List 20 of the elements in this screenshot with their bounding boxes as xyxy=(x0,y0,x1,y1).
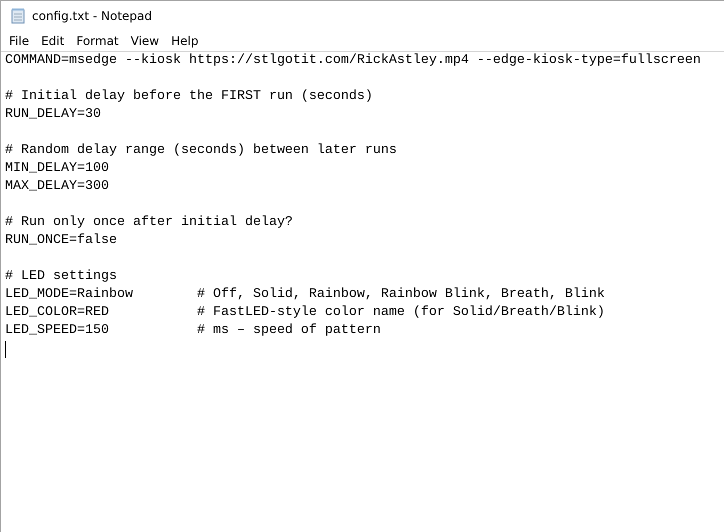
menu-item[interactable]: Edit xyxy=(35,34,70,48)
text-line: MAX_DELAY=300 xyxy=(5,178,109,196)
text-line: COMMAND=msedge --kiosk https://stlgotit.com/RickAstley.mp4 --edge-kiosk-type=fullscreen xyxy=(5,52,701,70)
text-line: # Initial delay before the FIRST run (seconds) xyxy=(5,88,373,106)
text-line: # Run only once after initial delay? xyxy=(5,214,293,232)
text-line: LED_COLOR=RED # FastLED-style color name (for Solid/Breath/Blink) xyxy=(5,304,605,322)
menu-item[interactable]: Help xyxy=(165,34,204,48)
menu-item[interactable]: Format xyxy=(70,34,125,48)
text-line: LED_SPEED=150 # ms – speed of pattern xyxy=(5,322,381,340)
text-line: RUN_DELAY=30 xyxy=(5,106,101,124)
text-line: LED_MODE=Rainbow # Off, Solid, Rainbow, Rainbow Blink, Breath, Blink xyxy=(5,286,605,304)
text-line: # LED settings xyxy=(5,268,117,286)
text-line: # Random delay range (seconds) between later runs xyxy=(5,142,397,160)
window-title: config.txt - Notepad xyxy=(32,9,152,23)
text-line: MIN_DELAY=100 xyxy=(5,160,109,178)
notepad-icon xyxy=(11,8,25,24)
text-line: RUN_ONCE=false xyxy=(5,232,117,250)
text-cursor xyxy=(5,341,6,358)
menu-item[interactable]: View xyxy=(124,34,166,48)
menu-item[interactable]: File xyxy=(3,34,36,48)
